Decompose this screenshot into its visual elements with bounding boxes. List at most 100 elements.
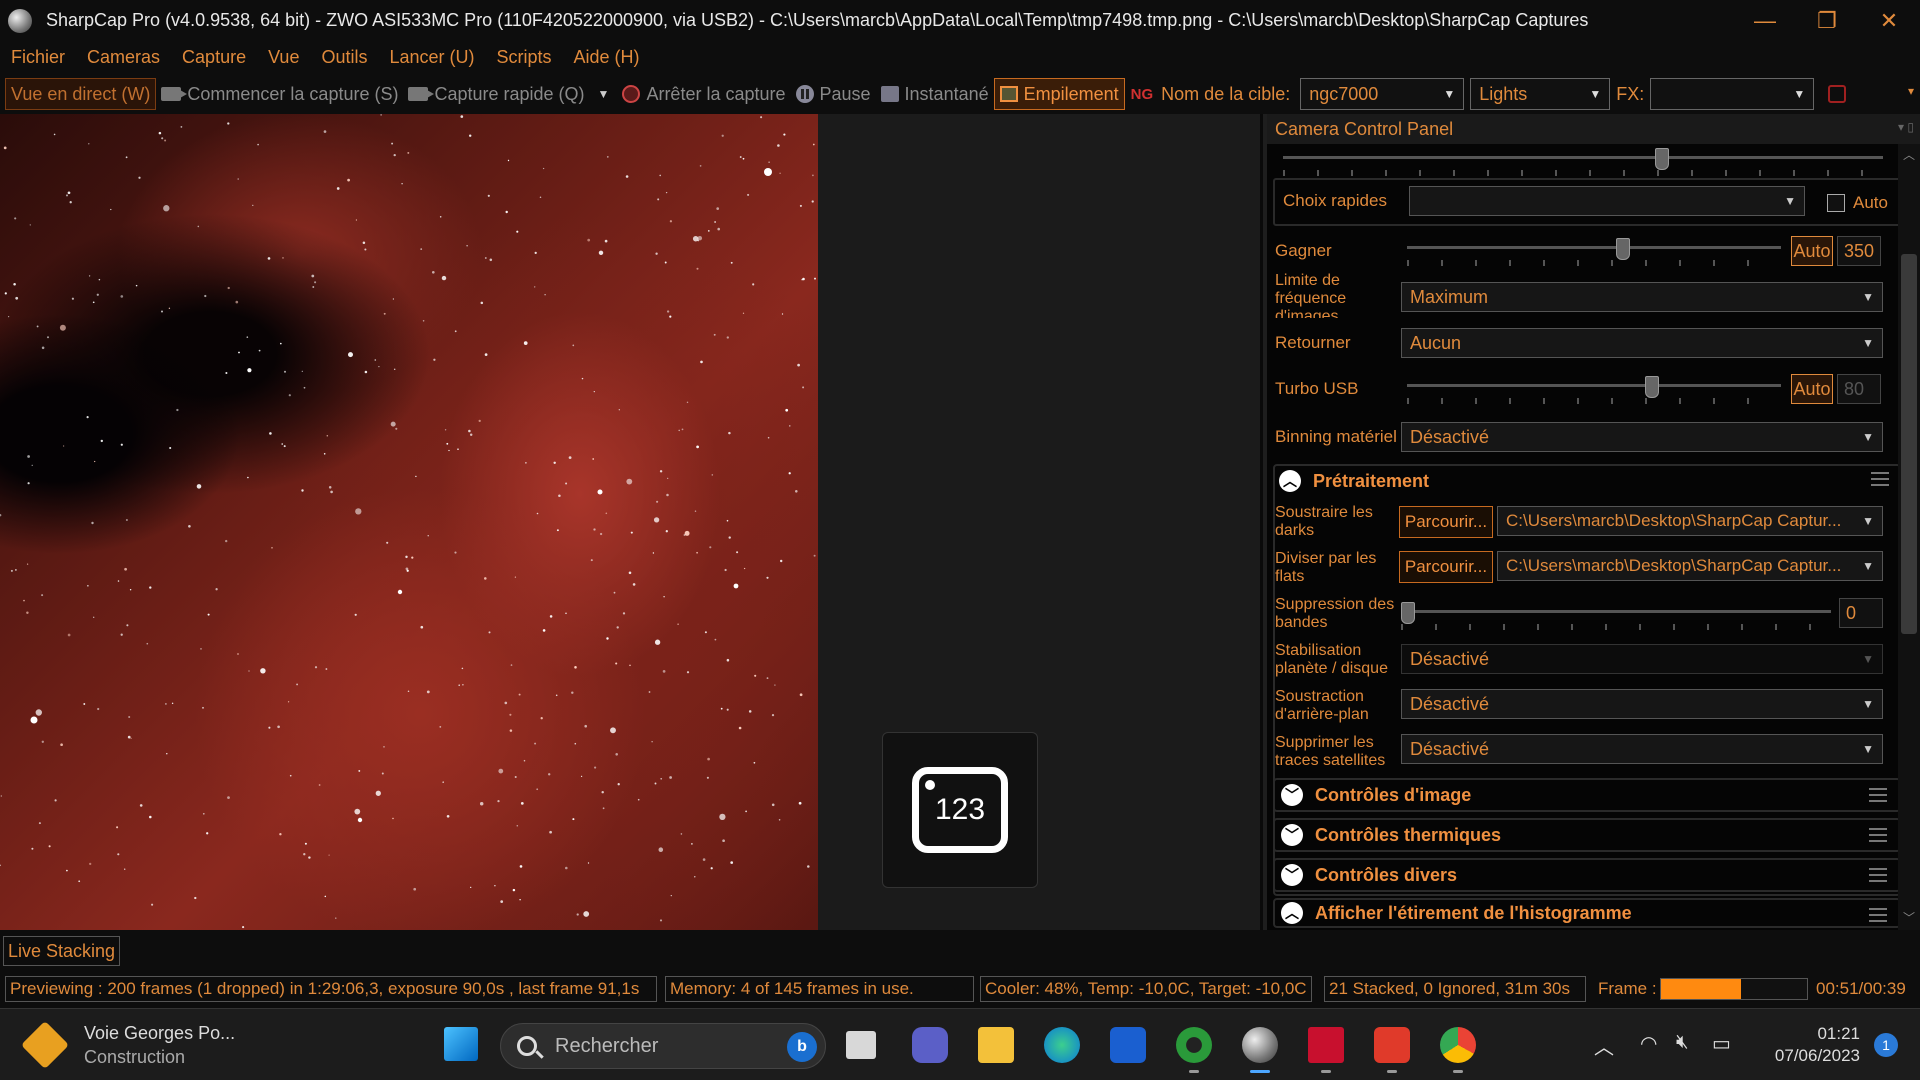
flip-select[interactable]: Aucun ▼ — [1401, 328, 1883, 358]
banding-value-input[interactable]: 0 — [1839, 598, 1883, 628]
usb-turbo-value-input[interactable]: 80 — [1837, 374, 1881, 404]
menu-icon[interactable] — [1869, 908, 1887, 922]
task-view-icon[interactable] — [846, 1031, 876, 1059]
darks-browse-button[interactable]: Parcourir... — [1399, 506, 1493, 538]
tab-live-stacking[interactable]: Live Stacking — [3, 936, 121, 966]
star — [714, 638, 717, 641]
star — [616, 626, 619, 629]
preprocessing-header[interactable]: ︿ Prétraitement — [1273, 464, 1901, 498]
snapshot-button[interactable]: Instantané — [876, 78, 994, 110]
quick-choice-select[interactable]: ▼ — [1409, 186, 1805, 216]
file-explorer-icon[interactable] — [978, 1027, 1014, 1063]
menu-icon[interactable] — [1871, 472, 1889, 486]
maximize-button[interactable]: ❐ — [1796, 0, 1858, 41]
flats-browse-button[interactable]: Parcourir... — [1399, 551, 1493, 583]
panel-pin-icon[interactable]: ▾ ▯ — [1898, 120, 1914, 134]
frame-rate-select[interactable]: Maximum ▼ — [1401, 282, 1883, 312]
battery-icon[interactable]: ▭ — [1712, 1031, 1731, 1056]
wifi-icon[interactable]: ◠ — [1640, 1031, 1657, 1056]
teams-chat-icon[interactable] — [912, 1027, 948, 1063]
anydesk-icon[interactable] — [1374, 1027, 1410, 1073]
auto-checkbox[interactable] — [1827, 194, 1845, 212]
star — [512, 888, 516, 892]
phd2-guiding-icon[interactable] — [1176, 1027, 1212, 1073]
usb-turbo-slider[interactable] — [1407, 376, 1781, 404]
binning-select[interactable]: Désactivé ▼ — [1401, 422, 1883, 452]
darks-path-select[interactable]: C:\Users\marcb\Desktop\SharpCap Captur..… — [1497, 506, 1883, 536]
exposure-slider-knob[interactable] — [1655, 148, 1669, 170]
sharpcap-taskbar-icon[interactable] — [1242, 1027, 1278, 1073]
frame-type-combo[interactable]: Lights ▼ — [1470, 78, 1611, 110]
frame-counter-widget[interactable]: 123 — [882, 732, 1038, 888]
flats-path-select[interactable]: C:\Users\marcb\Desktop\SharpCap Captur..… — [1497, 551, 1883, 581]
image-controls-header[interactable]: ﹀ Contrôles d'image — [1273, 778, 1901, 812]
menu-fichier[interactable]: Fichier — [0, 47, 76, 68]
panel-scrollbar[interactable]: ︿ ﹀ — [1898, 144, 1920, 930]
menu-icon[interactable] — [1869, 788, 1887, 802]
star — [269, 432, 272, 435]
ng-target-icon[interactable]: NG — [1131, 86, 1154, 103]
usb-turbo-slider-knob[interactable] — [1645, 376, 1659, 398]
banding-slider-knob[interactable] — [1401, 602, 1415, 624]
star — [348, 352, 353, 358]
gain-slider-knob[interactable] — [1616, 238, 1630, 260]
microsoft-store-icon[interactable] — [1110, 1027, 1146, 1063]
background-select[interactable]: Désactivé ▼ — [1401, 689, 1883, 719]
chevron-up-icon[interactable]: ︿ — [1594, 1031, 1614, 1060]
gain-value-input[interactable]: 350 — [1837, 236, 1881, 266]
star — [235, 300, 239, 304]
fx-combo[interactable]: ▼ — [1650, 78, 1815, 110]
gain-auto-button[interactable]: Auto — [1791, 236, 1833, 266]
menu-icon[interactable] — [1869, 868, 1887, 882]
live-image-view[interactable] — [0, 114, 818, 930]
menu-vue[interactable]: Vue — [257, 47, 310, 68]
windows-start-icon[interactable] — [444, 1027, 478, 1061]
menu-aide[interactable]: Aide (H) — [563, 47, 651, 68]
live-view-button[interactable]: Vue en direct (W) — [5, 78, 157, 110]
taskbar-search[interactable]: Rechercher b — [500, 1023, 826, 1069]
gain-slider[interactable] — [1407, 238, 1781, 266]
star — [242, 926, 245, 929]
star — [161, 310, 163, 313]
star — [324, 895, 327, 898]
scroll-down-icon[interactable]: ﹀ — [1903, 909, 1915, 926]
stabilization-select[interactable]: Désactivé ▼ — [1401, 644, 1883, 674]
minimize-button[interactable]: — — [1734, 0, 1796, 41]
speaker-muted-icon[interactable]: 🔇︎ — [1676, 1031, 1689, 1054]
star — [393, 368, 396, 371]
frame-rate-label: Limite de fréquence d'images — [1275, 272, 1347, 318]
target-name-combo[interactable]: ngc7000 ▼ — [1300, 78, 1465, 110]
stop-capture-button[interactable]: Arrêter la capture — [617, 78, 790, 110]
menu-cameras[interactable]: Cameras — [76, 47, 171, 68]
menu-lancer[interactable]: Lancer (U) — [378, 47, 485, 68]
stacking-button[interactable]: Empilement — [993, 78, 1125, 110]
panel-scrollbar-thumb[interactable] — [1901, 254, 1917, 634]
scroll-up-icon[interactable]: ︿ — [1903, 146, 1915, 163]
menu-outils[interactable]: Outils — [310, 47, 378, 68]
taskbar-clock[interactable]: 01:21 07/06/2023 — [1775, 1023, 1860, 1067]
edge-browser-icon[interactable] — [1044, 1027, 1080, 1063]
weather-widget[interactable]: Voie Georges Po... Construction — [20, 1020, 235, 1070]
star — [413, 887, 417, 891]
pause-button[interactable]: Pause — [791, 78, 876, 110]
notification-badge[interactable]: 1 — [1874, 1033, 1898, 1057]
misc-controls-header[interactable]: ﹀ Contrôles divers — [1273, 858, 1901, 892]
chrome-icon[interactable] — [1440, 1027, 1476, 1073]
menu-capture[interactable]: Capture — [171, 47, 257, 68]
usb-turbo-auto-button[interactable]: Auto — [1791, 374, 1833, 404]
exposure-slider[interactable] — [1283, 148, 1883, 176]
record-indicator-icon[interactable] — [1828, 85, 1847, 103]
toolbar-overflow-icon[interactable]: ▾ — [1908, 84, 1914, 98]
thermal-controls-header[interactable]: ﹀ Contrôles thermiques — [1273, 818, 1901, 852]
banding-slider[interactable] — [1401, 602, 1831, 630]
menu-scripts[interactable]: Scripts — [486, 47, 563, 68]
satellites-select[interactable]: Désactivé ▼ — [1401, 734, 1883, 764]
start-capture-button[interactable]: Commencer la capture (S) — [156, 78, 403, 110]
nina-icon[interactable] — [1308, 1027, 1344, 1073]
star — [314, 281, 317, 284]
menu-icon[interactable] — [1869, 828, 1887, 842]
close-button[interactable]: ✕ — [1858, 0, 1920, 41]
quick-capture-button[interactable]: Capture rapide (Q) — [403, 78, 589, 110]
quick-capture-dropdown[interactable]: ▼ — [590, 78, 618, 110]
histogram-stretch-header[interactable]: ︿ Afficher l'étirement de l'histogramme — [1273, 898, 1901, 928]
